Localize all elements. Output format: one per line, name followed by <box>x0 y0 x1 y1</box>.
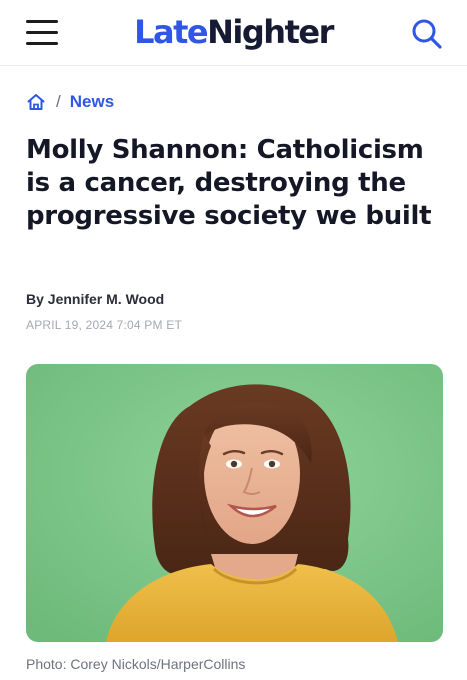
article-photo <box>26 364 443 642</box>
home-icon[interactable] <box>26 92 46 112</box>
breadcrumb-news-link[interactable]: News <box>70 92 114 112</box>
publish-date: APRIL 19, 2024 7:04 PM ET <box>26 318 182 332</box>
article-headline: Molly Shannon: Catholicism is a cancer, … <box>26 135 432 231</box>
search-button[interactable] <box>409 16 445 52</box>
byline-prefix: By <box>26 291 44 307</box>
author-name[interactable]: Jennifer M. Wood <box>48 291 164 307</box>
breadcrumb: / News <box>26 90 114 114</box>
site-header: LateNighter <box>0 0 467 66</box>
logo-late: Late <box>134 13 208 51</box>
site-logo[interactable]: LateNighter <box>0 12 467 52</box>
logo-nighter: Nighter <box>207 13 334 51</box>
photo-caption: Photo: Corey Nickols/HarperCollins <box>26 656 246 672</box>
search-icon <box>412 19 442 49</box>
breadcrumb-separator: / <box>56 92 61 111</box>
byline: By Jennifer M. Wood <box>26 291 164 307</box>
